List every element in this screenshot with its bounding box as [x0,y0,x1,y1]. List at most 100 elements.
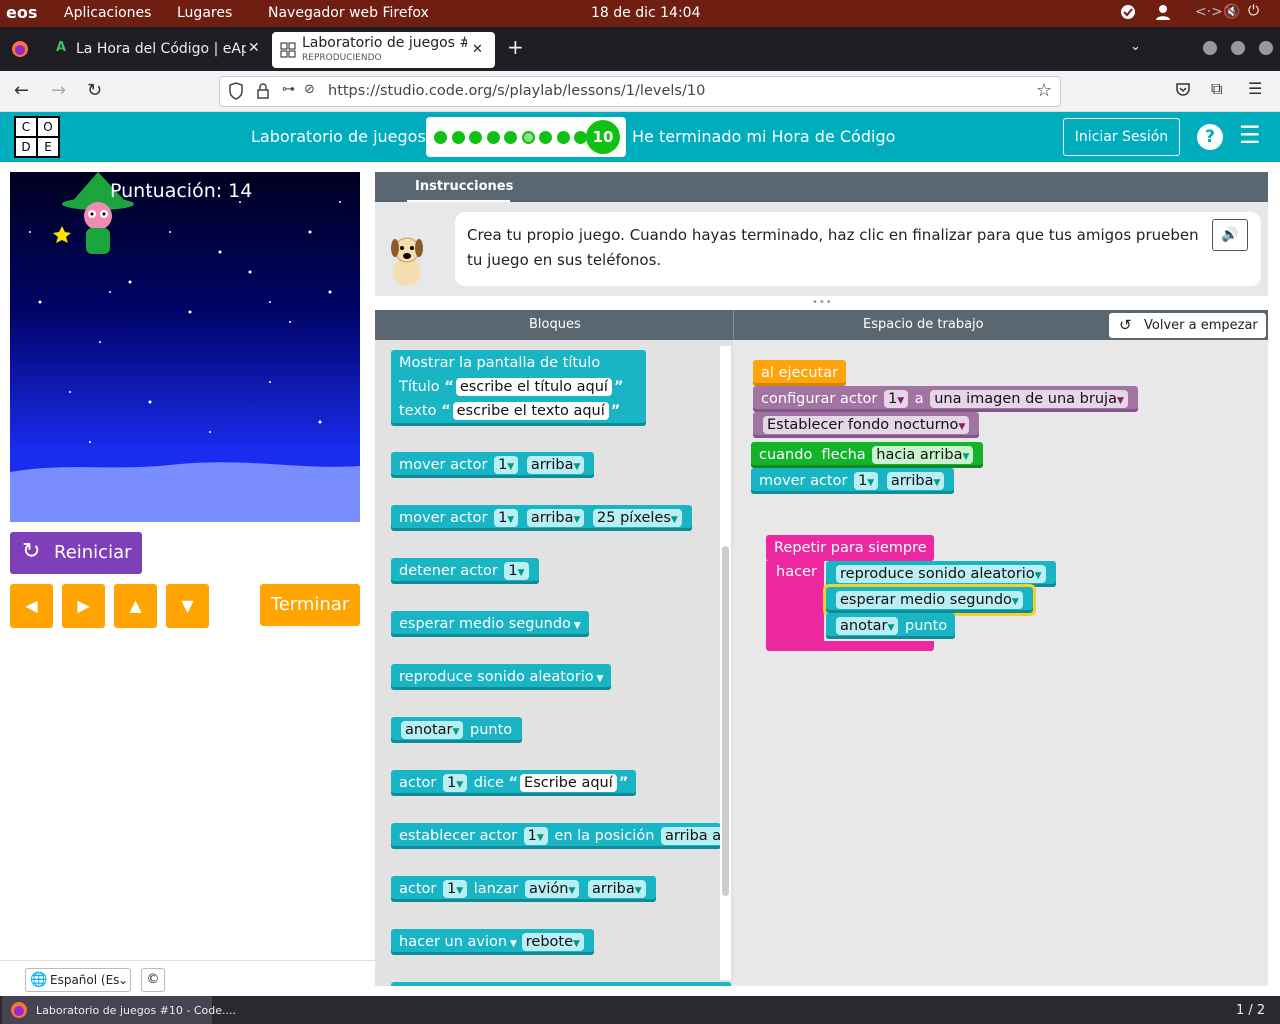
restart-button[interactable]: ↺ Volver a empezar [1109,313,1266,338]
block-stop-actor[interactable]: detener actor 1▼ [391,558,539,584]
block-score[interactable]: anotar▼ punto [391,717,522,743]
wait-dropdown[interactable]: esperar medio segundo▼ [836,591,1023,609]
hamburger-menu-icon[interactable]: ☰ [1239,121,1261,149]
block-title-screen[interactable]: Mostrar la pantalla de título Título “es… [391,350,646,426]
dropdown-arrow-icon[interactable]: ▼ [571,621,581,631]
network-icon[interactable]: <·> [1195,4,1223,20]
menu-firefox[interactable]: Navegador web Firefox [268,5,429,21]
actor-dropdown[interactable]: 1▼ [443,880,468,898]
current-level-badge[interactable]: 10 [586,120,620,154]
close-window-icon[interactable] [1259,41,1273,55]
direction-dropdown[interactable]: arriba▼ [526,509,585,527]
block-partial[interactable] [391,982,731,986]
reset-button[interactable]: ↻ Reiniciar [10,532,142,574]
block-move-actor[interactable]: mover actor 1▼ arriba▼ [391,452,595,478]
firefox-menu-icon[interactable] [11,40,29,62]
list-tabs-icon[interactable]: ⌄ [1130,39,1141,54]
user-icon[interactable] [1155,4,1171,24]
sound-dropdown[interactable]: reproduce sonido aleatorio▼ [836,565,1046,583]
workspace-pager[interactable]: 1 / 2 [1236,1003,1265,1018]
progress-dot[interactable] [556,131,570,144]
language-select[interactable]: 🌐 Español (Es ⌄ [25,968,131,992]
scrollbar-thumb[interactable] [722,546,729,896]
actor-dropdown[interactable]: 1▼ [883,390,909,408]
forward-icon[interactable]: → [51,80,66,101]
block-set-background[interactable]: Establecer fondo nocturno▼ [753,412,980,438]
progress-dot[interactable] [539,131,552,144]
codeorg-logo[interactable]: C O D E [14,116,60,158]
check-icon[interactable] [1120,4,1136,24]
bookmark-star-icon[interactable]: ☆ [1036,80,1052,101]
app-menu-icon[interactable]: ☰ [1248,79,1262,98]
score-dropdown[interactable]: anotar▼ [401,721,464,739]
block-text-field[interactable]: Escribe aquí [520,774,617,792]
clock[interactable]: 18 de dic 14:04 [591,5,700,21]
shield-icon[interactable] [228,82,244,104]
arrow-dropdown[interactable]: hacia arriba▼ [872,446,974,464]
instructions-tab[interactable]: Instrucciones [415,179,513,194]
tab-close-icon[interactable]: ✕ [472,42,483,57]
dropdown-arrow-icon[interactable]: ▼ [507,939,520,949]
dropdown-arrow-icon[interactable]: ▼ [594,674,604,684]
finish-button[interactable]: Terminar [260,584,360,626]
actor-dropdown[interactable]: 1▼ [854,472,879,490]
progress-dot[interactable] [451,131,465,144]
left-arrow-button[interactable]: ◀ [10,584,53,628]
permissions-icon[interactable]: ⊶ [282,82,295,97]
course-title[interactable]: Laboratorio de juegos [251,127,426,146]
direction-dropdown[interactable]: arriba▼ [588,880,646,898]
reload-icon[interactable]: ↻ [87,80,102,101]
url-field[interactable]: ⊶ ⊘ https://studio.code.org/s/playlab/le… [219,76,1061,107]
block-on-run[interactable]: al ejecutar [753,360,847,386]
extensions-icon[interactable]: ⧉ [1211,79,1222,99]
distance-dropdown[interactable]: 25 píxeles▼ [593,509,682,527]
bounce-dropdown[interactable]: rebote▼ [521,933,584,951]
finished-link[interactable]: He terminado mi Hora de Código [632,127,895,146]
signin-button[interactable]: Iniciar Sesión [1063,118,1180,156]
block-move-actor[interactable]: mover actor 1▼ arriba▼ [751,468,955,494]
volume-icon[interactable]: 🔇 [1223,4,1240,20]
image-dropdown[interactable]: una imagen de una bruja▼ [930,390,1128,408]
tab-eaprende[interactable]: A La Hora del Código | eAprende ✕ [46,33,266,67]
autoplay-blocked-icon[interactable]: ⊘ [304,82,315,97]
actor-dropdown[interactable]: 1▼ [523,827,548,845]
actor-dropdown[interactable]: 1▼ [494,456,519,474]
direction-dropdown[interactable]: arriba▼ [526,456,585,474]
text-to-speech-icon[interactable]: 🔊 [1212,219,1248,251]
block-set-actor[interactable]: configurar actor 1▼ a una imagen de una … [753,386,1138,412]
block-random-sound[interactable]: reproduce sonido aleatorio ▼ [391,664,612,690]
progress-dot[interactable] [521,131,535,144]
game-canvas[interactable]: Puntuación: 14 [10,172,360,522]
actor-dropdown[interactable]: 1▼ [504,562,529,580]
toolbox-scrollbar[interactable] [720,346,731,980]
block-wait-selected[interactable]: esperar medio segundo▼ [823,584,1036,616]
maximize-icon[interactable] [1231,41,1245,55]
block-wait[interactable]: esperar medio segundo ▼ [391,611,589,637]
tab-close-icon[interactable]: ✕ [248,40,260,56]
menu-lugares[interactable]: Lugares [177,5,232,21]
block-score[interactable]: anotar▼ punto [826,613,956,639]
actor-dropdown[interactable]: 1▼ [443,774,468,792]
url-text[interactable]: https://studio.code.org/s/playlab/lesson… [328,83,705,99]
projectile-dropdown[interactable]: avión▼ [524,880,580,898]
right-arrow-button[interactable]: ▶ [62,584,105,628]
up-arrow-button[interactable]: ▲ [114,584,157,628]
block-plane[interactable]: hacer un avion ▼ rebote▼ [391,929,594,955]
block-set-position[interactable]: establecer actor 1▼ en la posición arrib… [391,823,721,849]
progress-dot[interactable] [486,131,500,144]
progress-dot[interactable] [434,131,447,144]
block-text-field[interactable]: escribe el texto aquí [452,402,609,420]
resize-handle-icon[interactable]: ••• [812,297,833,308]
help-button[interactable]: ? [1197,124,1223,150]
copyright-button[interactable]: © [141,968,165,992]
position-dropdown[interactable]: arriba a [661,827,721,845]
taskbar-window-firefox[interactable]: Laboratorio de juegos #10 - Code.... [2,996,236,1024]
power-icon[interactable]: ⏻ [1248,3,1259,19]
block-move-actor-distance[interactable]: mover actor 1▼ arriba▼ 25 píxeles▼ [391,505,692,531]
minimize-icon[interactable] [1203,41,1217,55]
block-actor-says[interactable]: actor 1▼ dice “Escribe aquí” [391,770,637,796]
block-throw[interactable]: actor 1▼ lanzar avión▼ arriba▼ [391,876,656,902]
block-text-field[interactable]: escribe el título aquí [455,378,612,396]
progress-dot[interactable] [504,131,517,144]
actor-dropdown[interactable]: 1▼ [494,509,519,527]
